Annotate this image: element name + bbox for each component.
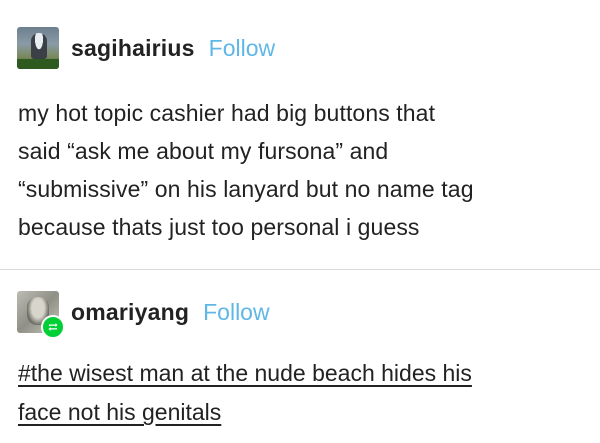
post-body: my hot topic cashier had big buttons tha… bbox=[18, 94, 578, 246]
avatar[interactable] bbox=[17, 27, 59, 69]
tag-link[interactable]: #the wisest man at the nude beach hides … bbox=[18, 354, 588, 393]
tag-link[interactable]: face not his genitals bbox=[18, 393, 588, 432]
post-body-line: said “ask me about my fursona” and bbox=[18, 138, 389, 164]
avatar-figure bbox=[31, 33, 47, 59]
post-1: sagihairius Follow my hot topic cashier … bbox=[0, 0, 600, 270]
post-header: omariyang Follow bbox=[17, 291, 270, 339]
username[interactable]: sagihairius bbox=[71, 35, 195, 62]
reblog-icon bbox=[41, 315, 65, 339]
avatar-grass bbox=[17, 59, 59, 69]
follow-button[interactable]: Follow bbox=[203, 299, 269, 326]
post-2: omariyang Follow #the wisest man at the … bbox=[0, 271, 600, 443]
post-header: sagihairius Follow bbox=[17, 27, 275, 69]
post-divider bbox=[0, 269, 600, 270]
post-body-line: because thats just too personal i guess bbox=[18, 214, 420, 240]
post-body-line: “submissive” on his lanyard but no name … bbox=[18, 176, 474, 202]
username[interactable]: omariyang bbox=[71, 299, 189, 326]
post-body-line: my hot topic cashier had big buttons tha… bbox=[18, 100, 436, 126]
avatar[interactable] bbox=[17, 291, 65, 339]
follow-button[interactable]: Follow bbox=[209, 35, 275, 62]
post-tags: #the wisest man at the nude beach hides … bbox=[18, 354, 588, 432]
reblog-arrows-icon bbox=[48, 323, 58, 331]
